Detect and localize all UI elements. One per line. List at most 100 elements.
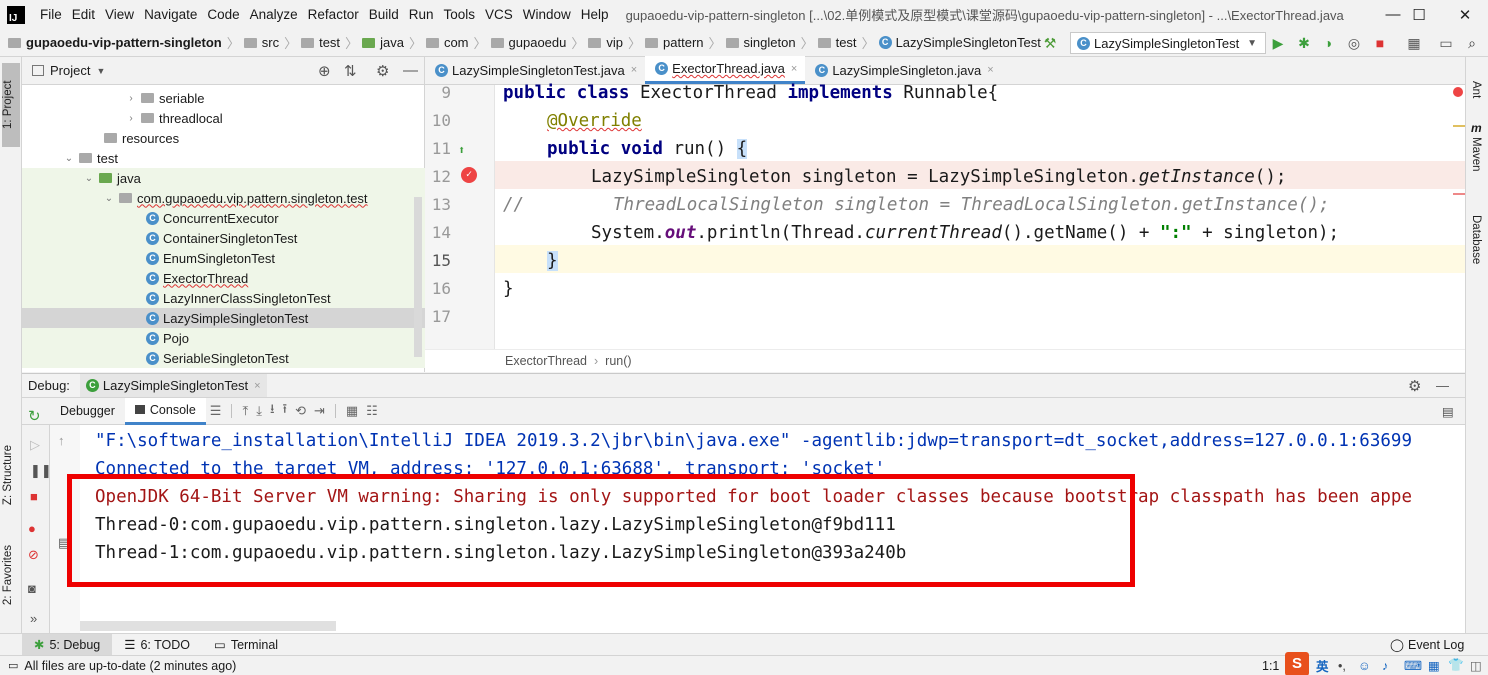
mute-breakpoints-icon[interactable]: ⊘: [28, 547, 39, 563]
menu-window[interactable]: Window: [518, 7, 576, 22]
punctuation-icon[interactable]: •,: [1338, 659, 1346, 673]
tree-item-test[interactable]: ⌄ test: [22, 148, 425, 168]
menu-file[interactable]: File: [35, 7, 67, 22]
caret-position[interactable]: 1:1: [1262, 659, 1279, 673]
tab-console[interactable]: Console: [124, 397, 206, 425]
hide-icon[interactable]: —: [403, 62, 418, 79]
voice-icon[interactable]: ♪: [1382, 659, 1388, 673]
menu-icon[interactable]: ☰: [210, 403, 222, 419]
nav-crumb-vip[interactable]: vip 〉: [588, 33, 645, 52]
menu-build[interactable]: Build: [364, 7, 404, 22]
nav-crumb-class[interactable]: C LazySimpleSingletonTest: [878, 35, 1041, 50]
nav-crumb-src[interactable]: src 〉: [243, 33, 301, 52]
coverage-icon[interactable]: ◑: [1320, 35, 1336, 51]
structure-tool-tab[interactable]: Z: Structure: [2, 445, 14, 505]
evaluate-icon[interactable]: ▦: [346, 403, 358, 419]
tree-item-class[interactable]: C EnumSingletonTest: [22, 248, 425, 268]
close-icon[interactable]: ×: [631, 64, 637, 76]
step-over-icon[interactable]: ⤓: [256, 403, 262, 419]
keyboard-icon[interactable]: ⌨: [1404, 658, 1422, 673]
ime-logo-icon[interactable]: S: [1285, 652, 1309, 675]
menu-help[interactable]: Help: [576, 7, 614, 22]
run-icon[interactable]: ▶: [1270, 35, 1286, 51]
debug-session-tab[interactable]: C LazySimpleSingletonTest ×: [79, 374, 267, 397]
close-icon[interactable]: ×: [791, 63, 797, 75]
menu-tools[interactable]: Tools: [439, 7, 481, 22]
menu-refactor[interactable]: Refactor: [303, 7, 364, 22]
camera-icon[interactable]: ◙: [28, 581, 36, 596]
implements-method-icon[interactable]: ⬆: [458, 143, 465, 157]
close-window-button[interactable]: ✕: [1442, 0, 1488, 29]
maximize-button[interactable]: ☐: [1396, 0, 1442, 29]
project-structure-icon[interactable]: ▦: [1406, 35, 1422, 51]
gear-icon[interactable]: ⚙: [376, 62, 389, 80]
menu-analyze[interactable]: Analyze: [245, 7, 303, 22]
code-editor[interactable]: [425, 85, 1465, 349]
ant-tool-tab[interactable]: Ant: [1470, 81, 1482, 98]
more-icon[interactable]: »: [30, 611, 37, 626]
chevron-down-icon[interactable]: ▼: [96, 66, 105, 76]
terminal-icon[interactable]: ▭: [1438, 35, 1454, 51]
favorites-tool-tab[interactable]: 2: Favorites: [2, 545, 14, 605]
nav-crumb-gupaoedu[interactable]: gupaoedu 〉: [490, 33, 589, 52]
tree-item-package[interactable]: ⌄ com.gupaoedu.vip.pattern.singleton.test: [22, 188, 425, 208]
up-arrow-icon[interactable]: ↑: [58, 433, 65, 448]
step-into-icon[interactable]: ⭳: [270, 400, 275, 422]
tree-item-java[interactable]: ⌄ java: [22, 168, 425, 188]
run-configuration-select[interactable]: C LazySimpleSingletonTest ▼: [1070, 32, 1266, 54]
tree-item-class[interactable]: C ExectorThread: [22, 268, 425, 288]
intellij-app-icon[interactable]: IJ: [7, 5, 25, 24]
memory-indicator-icon[interactable]: ◫: [1470, 658, 1482, 673]
tree-item-class[interactable]: C ConcurrentExecutor: [22, 208, 425, 228]
emoji-icon[interactable]: ☺: [1358, 659, 1371, 673]
nav-crumb-singleton[interactable]: singleton 〉: [725, 33, 818, 52]
tree-item-resources[interactable]: resources: [22, 128, 425, 148]
run-to-cursor-icon[interactable]: ⇥: [314, 403, 325, 419]
nav-crumb-test-pkg[interactable]: test 〉: [817, 33, 879, 52]
pause-icon[interactable]: ❚❚: [30, 463, 52, 479]
rerun-icon[interactable]: ↻: [28, 407, 41, 425]
nav-crumb-test[interactable]: test 〉: [301, 33, 362, 52]
gear-icon[interactable]: ⚙: [1408, 377, 1421, 395]
tab-lazysimplesingletontest[interactable]: C LazySimpleSingletonTest.java ×: [425, 56, 645, 84]
close-icon[interactable]: ×: [254, 380, 260, 392]
nav-crumb-com[interactable]: com 〉: [425, 33, 491, 52]
nav-crumb-project[interactable]: gupaoedu-vip-pattern-singleton 〉: [8, 33, 244, 52]
trace-icon[interactable]: ☷: [366, 403, 378, 419]
project-tool-tab[interactable]: 1: Project: [2, 63, 20, 147]
project-panel-title[interactable]: Project: [50, 63, 90, 78]
stop-icon[interactable]: ■: [1372, 35, 1388, 51]
tree-item-class[interactable]: C ContainerSingletonTest: [22, 228, 425, 248]
show-execution-point-icon[interactable]: ⤒: [242, 403, 248, 419]
layout-icon[interactable]: ▤: [1442, 404, 1454, 419]
stop-icon[interactable]: ■: [30, 489, 38, 504]
nav-crumb-java[interactable]: java 〉: [362, 33, 426, 52]
maven-tool-tab[interactable]: Maven: [1470, 137, 1482, 172]
tree-item-class[interactable]: C LazyInnerClassSingletonTest: [22, 288, 425, 308]
view-breakpoints-icon[interactable]: ●: [28, 521, 36, 536]
tree-item-class[interactable]: C SeriableSingletonTest: [22, 348, 425, 368]
search-icon[interactable]: ⌕: [1464, 35, 1480, 51]
tab-exectorthread[interactable]: C ExectorThread.java ×: [645, 56, 806, 84]
tab-lazysimplesingleton[interactable]: C LazySimpleSingleton.java ×: [805, 56, 1001, 84]
breadcrumb-method[interactable]: run(): [605, 354, 631, 368]
debug-icon[interactable]: ✱: [1296, 35, 1312, 51]
profile-icon[interactable]: ◎: [1346, 35, 1362, 51]
ime-apps-icon[interactable]: ▦: [1428, 658, 1440, 673]
tree-item-seriable[interactable]: › seriable: [22, 88, 425, 108]
editor-gutter[interactable]: 9 10 11 12 13 14 15 16 17 ⬆ ✓: [425, 83, 495, 349]
database-tool-tab[interactable]: Database: [1470, 215, 1482, 264]
locate-icon[interactable]: ⊕: [318, 62, 331, 80]
breadcrumb-class[interactable]: ExectorThread: [505, 354, 587, 368]
tab-debugger[interactable]: Debugger: [50, 398, 125, 425]
tree-item-class-selected[interactable]: C LazySimpleSingletonTest: [22, 308, 425, 328]
menu-vcs[interactable]: VCS: [480, 7, 518, 22]
menu-edit[interactable]: Edit: [67, 7, 100, 22]
close-icon[interactable]: ×: [987, 64, 993, 76]
tool-tab-terminal[interactable]: ▭ Terminal: [202, 634, 290, 656]
breakpoint-icon[interactable]: ✓: [461, 167, 477, 183]
ime-language[interactable]: 英: [1316, 656, 1329, 675]
menu-run[interactable]: Run: [404, 7, 439, 22]
menu-navigate[interactable]: Navigate: [139, 7, 202, 22]
tree-item-class[interactable]: C Pojo: [22, 328, 425, 348]
